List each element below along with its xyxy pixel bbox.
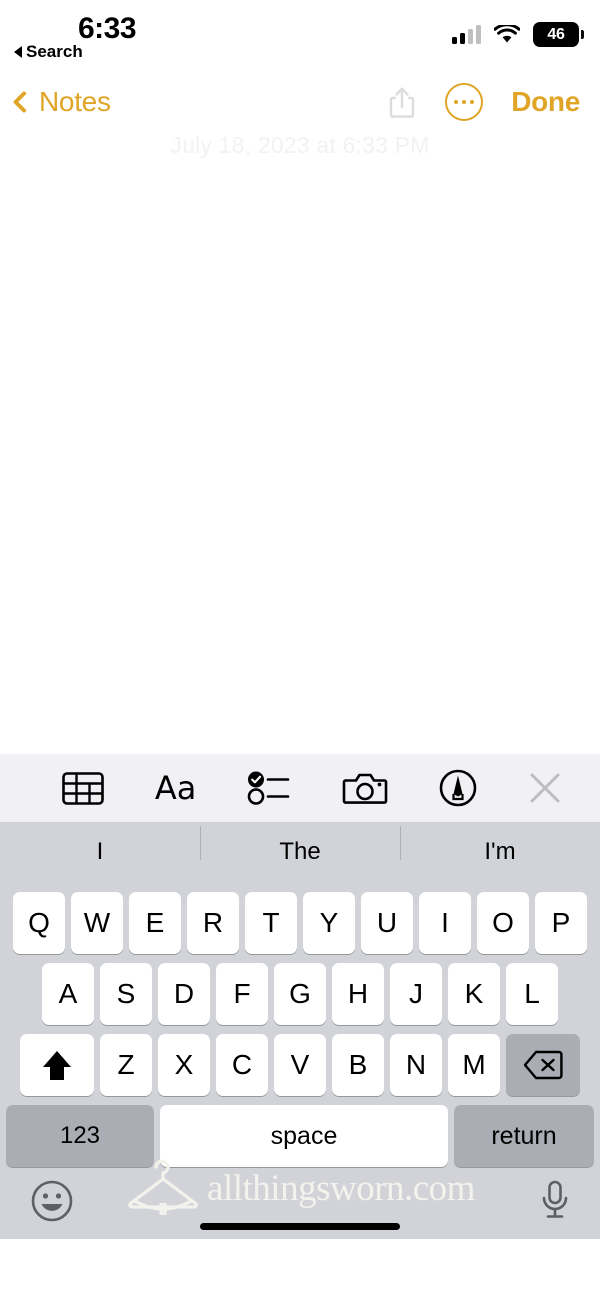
key-l[interactable]: L bbox=[506, 963, 558, 1025]
back-triangle-icon bbox=[14, 46, 22, 58]
key-b[interactable]: B bbox=[332, 1034, 384, 1096]
chevron-left-icon bbox=[12, 90, 36, 114]
watermark-text: allthingsworn.com bbox=[207, 1167, 475, 1209]
key-m[interactable]: M bbox=[448, 1034, 500, 1096]
backspace-delete-icon[interactable] bbox=[506, 1034, 580, 1096]
key-g[interactable]: G bbox=[274, 963, 326, 1025]
keyboard-row-1: Q W E R T Y U I O P bbox=[0, 882, 600, 954]
clothes-hanger-icon bbox=[128, 1159, 198, 1215]
key-k[interactable]: K bbox=[448, 963, 500, 1025]
key-j[interactable]: J bbox=[390, 963, 442, 1025]
markup-pen-icon[interactable] bbox=[439, 769, 477, 807]
note-body[interactable]: July 18, 2023 at 6:33 PM bbox=[0, 132, 600, 754]
key-r[interactable]: R bbox=[187, 892, 239, 954]
key-t[interactable]: T bbox=[245, 892, 297, 954]
key-f[interactable]: F bbox=[216, 963, 268, 1025]
status-icons: 46 bbox=[452, 22, 584, 47]
key-e[interactable]: E bbox=[129, 892, 181, 954]
share-icon[interactable] bbox=[387, 85, 417, 119]
key-n[interactable]: N bbox=[390, 1034, 442, 1096]
camera-icon[interactable] bbox=[342, 770, 388, 806]
predictive-text-bar: I The I'm bbox=[0, 822, 600, 882]
back-to-app-label: Search bbox=[26, 42, 83, 61]
table-icon[interactable] bbox=[62, 771, 104, 805]
space-key[interactable]: space bbox=[160, 1105, 448, 1167]
microphone-icon[interactable] bbox=[540, 1179, 570, 1228]
watermark: allthingsworn.com bbox=[125, 1159, 475, 1217]
emoji-smiley-icon[interactable] bbox=[30, 1179, 74, 1228]
key-z[interactable]: Z bbox=[100, 1034, 152, 1096]
cellular-signal-icon bbox=[452, 25, 481, 44]
key-v[interactable]: V bbox=[274, 1034, 326, 1096]
return-key[interactable]: return bbox=[454, 1105, 594, 1167]
keyboard-bottom-row: allthingsworn.com bbox=[0, 1159, 600, 1239]
key-c[interactable]: C bbox=[216, 1034, 268, 1096]
battery-percent: 46 bbox=[547, 25, 565, 43]
key-o[interactable]: O bbox=[477, 892, 529, 954]
key-d[interactable]: D bbox=[158, 963, 210, 1025]
key-u[interactable]: U bbox=[361, 892, 413, 954]
wifi-icon bbox=[493, 23, 521, 44]
checklist-icon[interactable] bbox=[247, 771, 291, 805]
close-icon[interactable] bbox=[528, 771, 562, 805]
navigation-bar: Notes Done bbox=[0, 72, 600, 132]
prediction-item[interactable]: I bbox=[0, 838, 200, 866]
keyboard-row-2: A S D F G H J K L bbox=[0, 954, 600, 1025]
key-w[interactable]: W bbox=[71, 892, 123, 954]
format-aa-icon[interactable]: Aa bbox=[155, 769, 197, 807]
key-y[interactable]: Y bbox=[303, 892, 355, 954]
battery-icon: 46 bbox=[533, 22, 584, 47]
done-button[interactable]: Done bbox=[511, 86, 580, 118]
keyboard-row-3: Z X C V B N M bbox=[0, 1025, 600, 1096]
keyboard-row-4: 123 space return bbox=[0, 1096, 600, 1167]
status-bar: 6:33 Search 46 bbox=[0, 0, 600, 72]
back-to-search-indicator[interactable]: Search bbox=[14, 42, 83, 62]
prediction-item[interactable]: The bbox=[200, 826, 400, 866]
key-i[interactable]: I bbox=[419, 892, 471, 954]
status-time: 6:33 bbox=[78, 12, 137, 45]
note-date-label: July 18, 2023 at 6:33 PM bbox=[170, 132, 430, 158]
format-toolbar: Aa bbox=[0, 754, 600, 822]
key-q[interactable]: Q bbox=[13, 892, 65, 954]
nav-actions: Done bbox=[387, 83, 580, 121]
keyboard: I The I'm Q W E R T Y U I O P A S D F G … bbox=[0, 822, 600, 1239]
key-p[interactable]: P bbox=[535, 892, 587, 954]
key-x[interactable]: X bbox=[158, 1034, 210, 1096]
key-s[interactable]: S bbox=[100, 963, 152, 1025]
shift-up-arrow-icon[interactable] bbox=[20, 1034, 94, 1096]
back-button[interactable]: Notes bbox=[12, 86, 111, 118]
key-a[interactable]: A bbox=[42, 963, 94, 1025]
more-ellipsis-circle-icon[interactable] bbox=[445, 83, 484, 121]
prediction-item[interactable]: I'm bbox=[400, 826, 600, 866]
back-button-label: Notes bbox=[39, 86, 111, 117]
numbers-key[interactable]: 123 bbox=[6, 1105, 154, 1167]
key-h[interactable]: H bbox=[332, 963, 384, 1025]
home-indicator-bar[interactable] bbox=[200, 1223, 400, 1230]
